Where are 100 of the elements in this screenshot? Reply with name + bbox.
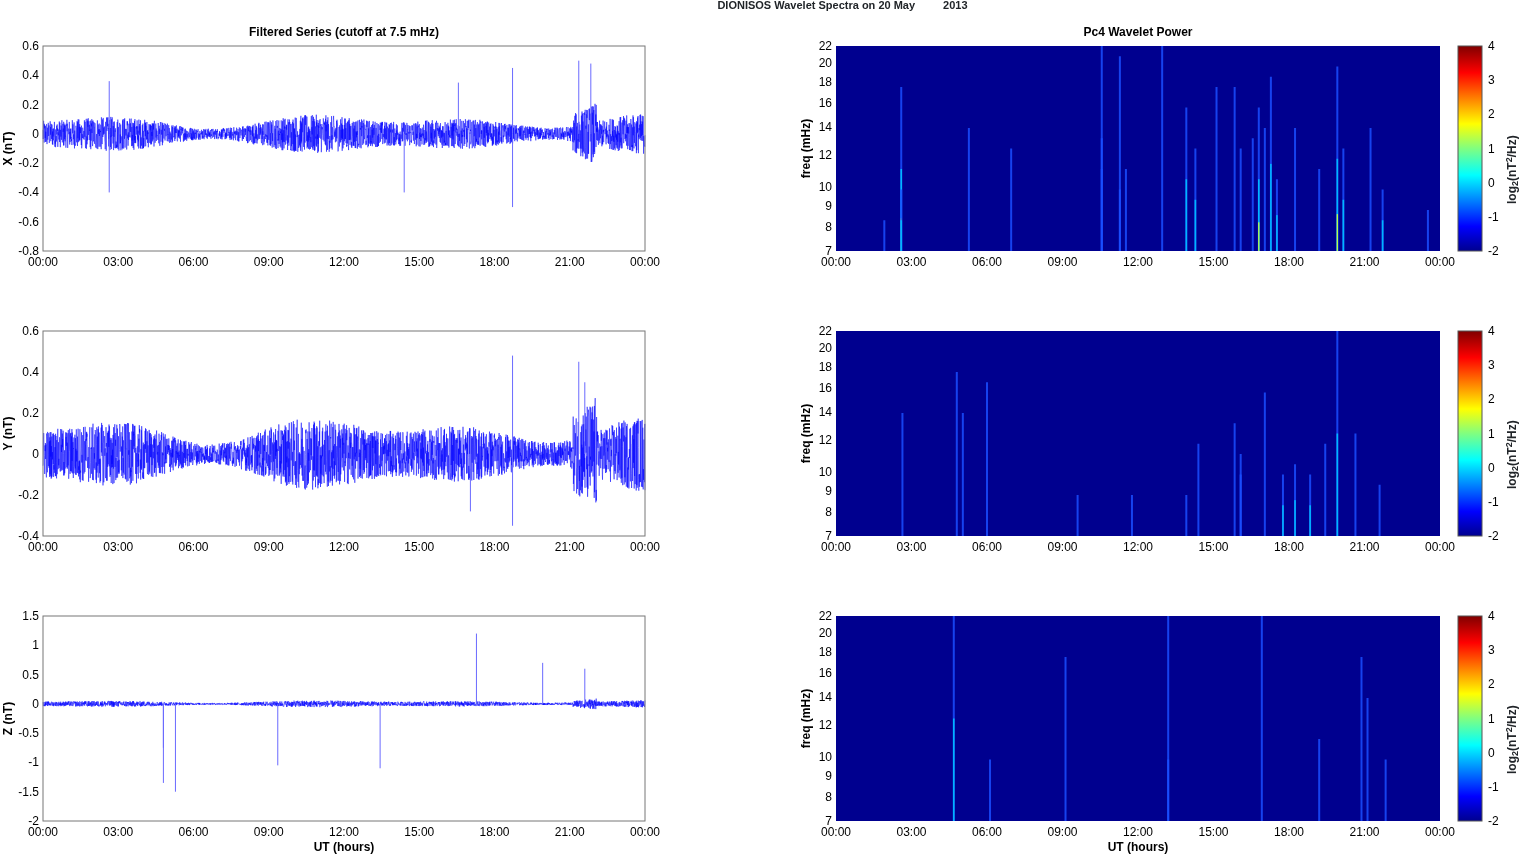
y-tick-label: 8	[825, 505, 832, 520]
x-tick-label: 18:00	[1274, 255, 1304, 269]
y-tick-label: 0	[32, 696, 39, 711]
colorbar-tick-label: 0	[1488, 745, 1495, 760]
y-tick-label: 18	[818, 359, 832, 374]
x-tick-label: 21:00	[1349, 540, 1380, 554]
colorbar-tick-label: 2	[1488, 677, 1495, 692]
y-tick-label: 20	[818, 56, 832, 71]
x-tick-label: 09:00	[1047, 255, 1078, 269]
y-tick-label: 1	[32, 638, 39, 653]
x-tick-label: 12:00	[1123, 255, 1153, 269]
y-tick-label: 16	[818, 666, 832, 680]
colorbar-tick-label: 1	[1488, 711, 1495, 726]
x-tick-label: 00:00	[1425, 540, 1455, 554]
y-tick-label: 14	[818, 119, 832, 134]
y-tick-label: -1	[28, 755, 39, 770]
x-tick-label: 18:00	[479, 540, 510, 554]
x-tick-label: 03:00	[896, 825, 927, 839]
colorbar-tick-label: 3	[1488, 73, 1495, 88]
colorbar-tick-label: 1	[1488, 426, 1495, 441]
x-tick-label: 18:00	[1274, 825, 1304, 839]
y-tick-label: 12	[818, 147, 832, 162]
y-tick-label: -0.2	[18, 488, 39, 502]
x-tick-label: 12:00	[329, 540, 359, 554]
colorbar-tick-label: -2	[1488, 244, 1499, 258]
x-tick-label: 18:00	[1274, 540, 1304, 554]
y-tick-label: 0	[32, 126, 39, 141]
colorbar-tick-label: 0	[1488, 175, 1495, 190]
y-tick-label: 18	[818, 74, 832, 89]
y-axis-label: Y (nT)	[1, 416, 15, 451]
colorbar-tick-label: -1	[1488, 209, 1499, 224]
x-tick-label: 15:00	[404, 255, 435, 269]
y-axis-label: Z (nT)	[1, 701, 15, 736]
x-tick-label: 00:00	[1425, 825, 1455, 839]
x-tick-label: 00:00	[821, 825, 851, 839]
y-tick-label: 18	[818, 644, 832, 659]
y-tick-label: 10	[818, 465, 832, 480]
y-tick-label: 14	[818, 689, 832, 704]
x-tick-label: 03:00	[103, 825, 134, 839]
figure-title: DIONISOS Wavelet Spectra on 20 May	[717, 0, 916, 13]
y-axis-label: freq (mHz)	[799, 118, 813, 179]
x-tick-label: 15:00	[1198, 825, 1229, 839]
y-tick-label: 12	[818, 432, 832, 447]
y-tick-label: 10	[818, 180, 832, 195]
y-axis-label: freq (mHz)	[799, 403, 813, 464]
y-tick-label: 8	[825, 220, 832, 235]
x-tick-label: 06:00	[178, 540, 209, 554]
y-tick-label: 0.4	[22, 68, 39, 83]
x-tick-label: 18:00	[479, 255, 510, 269]
y-tick-label: -0.2	[18, 156, 39, 171]
x-tick-label: 12:00	[1123, 540, 1153, 554]
y-tick-label: 0	[32, 447, 39, 461]
y-tick-label: 7	[825, 244, 832, 258]
colorbar-tick-label: 1	[1488, 141, 1495, 156]
y-axis-label: X (nT)	[1, 131, 15, 166]
x-tick-label: 06:00	[972, 825, 1002, 839]
y-tick-label: 22	[818, 39, 832, 53]
y-tick-label: -1.5	[18, 784, 39, 799]
y-tick-label: -2	[28, 814, 39, 828]
colorbar-tick-label: 0	[1488, 460, 1495, 475]
colorbar-tick-label: -2	[1488, 814, 1499, 828]
x-tick-label: 09:00	[253, 825, 284, 839]
x-tick-label: 00:00	[28, 825, 58, 839]
x-tick-label: 21:00	[554, 540, 585, 554]
x-tick-label: 21:00	[554, 255, 585, 269]
y-tick-label: 8	[825, 790, 832, 805]
x-tick-label: 15:00	[404, 825, 435, 839]
x-tick-label: 15:00	[1198, 255, 1229, 269]
colorbar-tick-label: 4	[1488, 609, 1495, 623]
x-tick-label: 09:00	[253, 255, 284, 269]
x-tick-label: 00:00	[821, 255, 851, 269]
y-tick-label: 0.4	[22, 365, 39, 379]
x-tick-label: 00:00	[1425, 255, 1455, 269]
y-tick-label: 12	[818, 717, 832, 732]
x-tick-label: 12:00	[329, 255, 359, 269]
x-tick-label: 21:00	[1349, 255, 1380, 269]
x-tick-label: 00:00	[630, 825, 660, 839]
x-tick-label: 18:00	[479, 825, 510, 839]
colorbar-tick-label: -1	[1488, 779, 1499, 794]
x-tick-label: 00:00	[630, 540, 660, 554]
x-tick-label: 06:00	[972, 540, 1002, 554]
y-tick-label: 9	[825, 769, 832, 783]
x-tick-label: 06:00	[178, 825, 209, 839]
x-tick-label: 06:00	[178, 255, 209, 269]
colorbar-tick-label: 2	[1488, 392, 1495, 407]
chart-title: Filtered Series (cutoff at 7.5 mHz)	[249, 25, 439, 39]
x-tick-label: 03:00	[896, 255, 927, 269]
x-tick-label: 06:00	[972, 255, 1002, 269]
colorbar-tick-label: 3	[1488, 358, 1495, 373]
y-tick-label: 20	[818, 341, 832, 356]
x-tick-label: 03:00	[103, 255, 134, 269]
x-tick-label: 12:00	[1123, 825, 1153, 839]
y-tick-label: -0.4	[18, 185, 39, 200]
figure-title-year: 2013	[943, 0, 968, 13]
colorbar-tick-label: 3	[1488, 643, 1495, 658]
colorbar-tick-label: 4	[1488, 324, 1495, 338]
colorbar-tick-label: 4	[1488, 39, 1495, 53]
y-tick-label: -0.8	[18, 244, 39, 258]
colorbar-tick-label: 2	[1488, 107, 1495, 122]
y-tick-label: 0.5	[22, 667, 39, 682]
